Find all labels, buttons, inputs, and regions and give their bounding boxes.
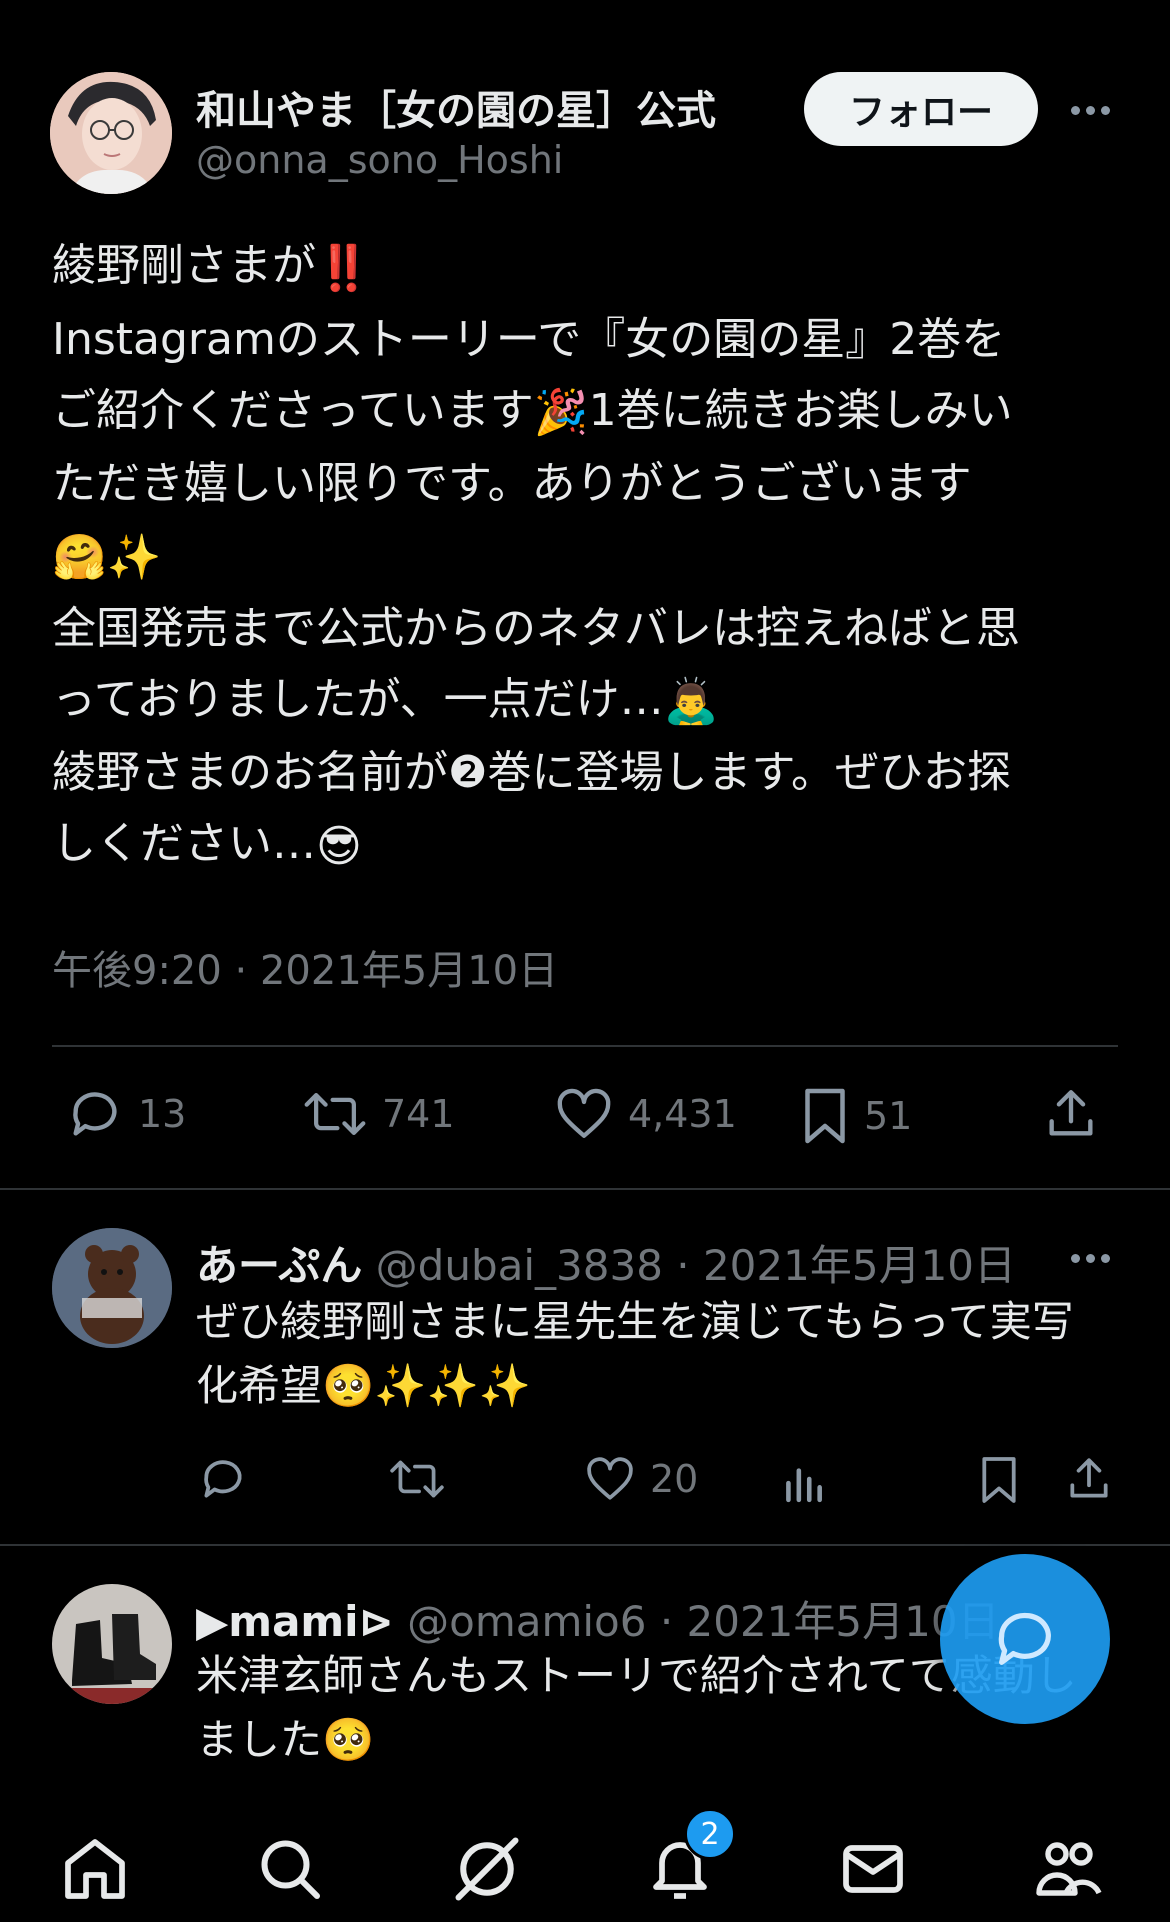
grok-icon <box>455 1837 519 1901</box>
heart-icon <box>557 1088 611 1138</box>
divider <box>52 1045 1118 1047</box>
nav-search[interactable] <box>245 1824 335 1914</box>
tweet-line-text: っておりましたが、一点だけ… <box>52 673 664 725</box>
reply-line: ました🥺 <box>196 1715 375 1764</box>
author-avatar[interactable] <box>50 72 172 194</box>
divider <box>0 1544 1170 1546</box>
share-icon <box>1049 1090 1093 1136</box>
party-popper-emoji-icon: 🎉 <box>533 387 589 438</box>
tweet-line-text: ただき嬉しい限りです。ありがとうございます <box>52 458 972 509</box>
tweet-line: Instagramのストーリーで『女の園の星』2巻を <box>52 304 1132 375</box>
divider <box>0 1188 1170 1190</box>
reply-line: 化希望🥺✨✨✨ <box>196 1361 532 1410</box>
heart-icon <box>587 1457 633 1500</box>
reply-views-button[interactable] <box>780 1454 826 1504</box>
like-count: 4,431 <box>628 1092 737 1136</box>
follow-button[interactable]: フォロー <box>804 72 1038 146</box>
messages-icon <box>843 1845 903 1893</box>
reply-count: 13 <box>138 1092 187 1136</box>
home-icon <box>65 1839 125 1899</box>
reply-meta: @dubai_3838 · 2021年5月10日 <box>362 1241 1017 1290</box>
reply-icon <box>73 1092 117 1136</box>
tweet-line: っておりましたが、一点だけ…🙇‍♂️ <box>52 664 1132 738</box>
share-icon <box>1070 1458 1108 1498</box>
tweet-line: 綾野剛さまが‼️ <box>52 230 1132 304</box>
floating-compose-button[interactable] <box>940 1554 1110 1724</box>
retweet-icon <box>304 1093 366 1135</box>
nav-messages[interactable] <box>828 1824 918 1914</box>
reply-retweet-button[interactable] <box>388 1454 446 1504</box>
reply-body: ぜひ綾野剛さまに星先生を演じてもらって実写 化希望🥺✨✨✨ <box>196 1290 1096 1418</box>
hugging-sparkles-emoji-icon: 🤗✨ <box>52 531 162 583</box>
bowing-person-emoji-icon: 🙇‍♂️ <box>663 676 719 727</box>
reply-line: ぜひ綾野剛さまに星先生を演じてもらって実写 <box>196 1297 1074 1346</box>
reply-share-button[interactable] <box>1064 1454 1114 1504</box>
tweet-line-text: Instagramのストーリーで『女の園の星』2巻を <box>52 313 1006 365</box>
double-exclamation-emoji-icon: ‼️ <box>316 242 371 294</box>
search-icon <box>261 1840 320 1899</box>
more-options-icon[interactable] <box>1060 90 1120 130</box>
reply-author-name[interactable]: ▶mami⊳ <box>196 1597 394 1646</box>
reply-like-button[interactable]: 20 <box>584 1454 698 1504</box>
tweet-line-text: しください… <box>52 818 316 869</box>
tweet-line-text: 全国発売まで公式からのネタバレは控えねばと思 <box>52 602 1020 654</box>
tweet-line-text: 綾野さまのお名前が❷巻に登場します。ぜひお探 <box>52 747 1012 798</box>
tweet-line: 綾野さまのお名前が❷巻に登場します。ぜひお探 <box>52 737 1132 808</box>
author-handle[interactable]: @onna_sono_Hoshi <box>196 138 563 182</box>
bookmark-count: 51 <box>864 1094 913 1138</box>
tweet-line-text: 1巻に続きお楽しみい <box>588 384 1013 436</box>
reply-more-options-icon[interactable] <box>1060 1238 1120 1278</box>
tweet-line: しください…😎 <box>52 808 1132 882</box>
nav-grok[interactable] <box>442 1824 532 1914</box>
reply-author-name[interactable]: あーぷん <box>196 1241 362 1290</box>
bookmark-button[interactable]: 51 <box>800 1085 912 1147</box>
bottom-navigation-bar <box>0 1784 1170 1922</box>
tweet-line: 🤗✨ <box>52 519 1132 593</box>
reply-button[interactable]: 13 <box>66 1085 186 1143</box>
reply-icon <box>204 1460 242 1498</box>
reply-avatar[interactable] <box>52 1584 172 1704</box>
reply-like-count: 20 <box>650 1457 699 1501</box>
retweet-count: 741 <box>382 1092 455 1136</box>
bookmark-icon <box>805 1088 845 1144</box>
chat-bubble-icon <box>998 1612 1051 1665</box>
tweet-line: ご紹介くださっています🎉1巻に続きお楽しみい <box>52 375 1132 449</box>
retweet-icon <box>390 1460 444 1498</box>
tweet-line: 全国発売まで公式からのネタバレは控えねばと思 <box>52 593 1132 664</box>
reply-reply-button[interactable] <box>198 1454 248 1504</box>
analytics-icon <box>786 1468 822 1503</box>
author-display-name[interactable]: 和山やま［女の園の星］公式 <box>196 78 716 136</box>
tweet-timestamp[interactable]: 午後9:20 · 2021年5月10日 <box>52 938 558 996</box>
sunglasses-emoji-icon: 😎 <box>316 820 362 872</box>
bookmark-icon <box>982 1457 1016 1503</box>
nav-communities[interactable] <box>1024 1824 1114 1914</box>
tweet-line-text: 綾野剛さまが <box>52 240 316 291</box>
tweet-detail-page: 和山やま［女の園の星］公式 @onna_sono_Hoshi フォロー 綾野剛さ… <box>0 0 1170 1922</box>
notification-badge: 2 <box>684 1808 736 1860</box>
reply-header: あーぷん @dubai_3838 · 2021年5月10日 <box>196 1232 1016 1293</box>
like-button[interactable]: 4,431 <box>554 1085 737 1143</box>
reply-header: ▶mami⊳ @omamio6 · 2021年5月10日 <box>196 1588 1000 1649</box>
communities-icon <box>1036 1842 1102 1896</box>
tweet-line-text: ご紹介くださっています <box>52 384 534 436</box>
tweet-line: ただき嬉しい限りです。ありがとうございます <box>52 448 1132 519</box>
nav-home[interactable] <box>50 1824 140 1914</box>
reply-avatar[interactable] <box>52 1228 172 1348</box>
tweet-body: 綾野剛さまが‼️ Instagramのストーリーで『女の園の星』2巻を ご紹介く… <box>52 230 1132 882</box>
share-button[interactable] <box>1042 1085 1100 1143</box>
retweet-button[interactable]: 741 <box>302 1085 455 1143</box>
reply-meta: @omamio6 · 2021年5月10日 <box>393 1597 1000 1646</box>
reply-bookmark-button[interactable] <box>978 1454 1020 1506</box>
